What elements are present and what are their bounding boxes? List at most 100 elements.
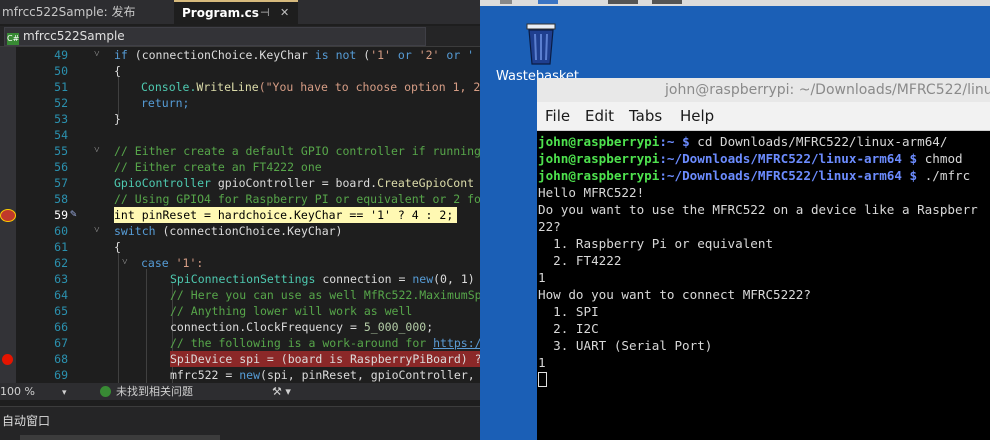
csharp-project-icon: C# [7,33,20,45]
chevron-down-icon[interactable]: ▾ [62,385,67,402]
quick-action-icon[interactable]: ✎ [70,207,77,220]
fold-chevron-icon[interactable]: ˅ [122,255,128,271]
terminal-window[interactable]: john@raspberrypi: ~/Downloads/MFRC522/li… [537,78,990,440]
code-token: (0, 1) [433,272,475,286]
terminal-output-line: 1. SPI [538,304,599,319]
navigation-bar: C# mfrcc522Sample [0,26,480,47]
zoom-level[interactable]: 100 % [0,383,35,400]
terminal-launcher-icon[interactable] [652,0,682,4]
code-token: new [239,368,261,382]
code-line-58: 58 // Using GPIO4 for Raspberry PI or eq… [0,191,480,207]
menu-edit[interactable]: Edit [585,107,614,125]
close-icon[interactable]: ✕ [280,2,289,24]
line-number: 55 [54,144,68,158]
code-line-52: 52 return; [0,95,480,111]
code-token: is not [314,48,357,62]
editor-status-bar: 100 % ▾ 未找到相关问题 ⚒ ▾ [0,383,480,400]
code-comment: // the following is a work-around for [170,336,434,350]
code-text: { [114,64,121,78]
tab-publish[interactable]: mfrcc522Sample: 发布 [0,0,172,24]
code-token: CreateGpioCont [377,176,475,190]
command-text: chmod [917,151,963,166]
code-token: ( [356,48,371,62]
line-number: 52 [54,96,68,110]
issues-status[interactable]: 未找到相关问题 [116,383,193,400]
line-number: 62 [54,256,68,270]
autos-search-field[interactable] [20,435,220,440]
line-number: 60 [54,224,68,238]
prompt-path: :~ $ [659,134,690,149]
command-text: cd Downloads/MFRC522/linux-arm64/ [689,134,948,149]
line-number: 59 [54,208,68,222]
file-manager-icon[interactable] [608,0,638,4]
execution-arrow-icon[interactable] [0,209,16,222]
code-token: connection = [315,272,413,286]
menu-tabs[interactable]: Tabs [629,107,662,125]
terminal-line: john@raspberrypi:~/Downloads/MFRC522/lin… [538,150,963,167]
pin-icon[interactable]: ⊣ [260,2,270,24]
autos-panel-title[interactable]: 自动窗口 [2,412,50,429]
code-token: '1' [370,48,391,62]
terminal-menu-bar: File Edit Tabs Help [537,102,990,131]
project-dropdown[interactable]: C# mfrcc522Sample [4,27,426,46]
code-comment: // Here you can use as well MfRc522.Maxi… [170,288,480,302]
prompt-user: john@raspberrypi [538,168,660,183]
code-link[interactable]: https:/ [433,336,480,350]
breakpoint-icon[interactable] [2,354,13,365]
wastebasket-icon[interactable] [520,22,562,66]
code-editor[interactable]: 49 ˅ if (connectionChoice.KeyChar is not … [0,47,480,383]
terminal-output-line: 22? [538,219,561,234]
fold-chevron-icon[interactable]: ˅ [94,143,100,159]
code-line-51: 51 Console.WriteLine("You have to choose… [0,79,480,95]
line-number: 51 [54,80,68,94]
code-token: (connectionChoice.KeyChar [127,48,315,62]
code-line-66: 66 connection.ClockFrequency = 5_000_000… [0,319,480,335]
no-issues-icon [100,386,111,397]
code-token: 5_000_000 [363,320,427,334]
autos-panel: 自动窗口 [0,406,480,440]
fold-chevron-icon[interactable]: ˅ [94,47,100,63]
code-line-54: 54 [0,127,480,143]
line-number: 61 [54,240,68,254]
brush-icon[interactable]: ⚒ ▾ [272,383,291,400]
code-line-60: 60 ˅ switch (connectionChoice.KeyChar) [0,223,480,239]
code-line-59-current: 59 ✎ int pinReset = hardchoice.KeyChar =… [0,207,480,223]
code-line-62: 62 ˅ case '1': [0,255,480,271]
code-token: Console. [141,80,197,94]
code-token: if [114,48,128,62]
terminal-cursor [538,372,547,387]
terminal-output[interactable]: john@raspberrypi :~ $ cd Downloads/MFRC52… [537,131,990,440]
line-number: 56 [54,160,68,174]
terminal-line: john@raspberrypi:~/Downloads/MFRC522/lin… [538,167,970,184]
code-token: mfrc522 = [170,368,240,382]
line-number: 67 [54,336,68,350]
code-token: SpiConnectionSettings [170,272,316,286]
line-number: 58 [54,192,68,206]
fold-chevron-icon[interactable]: ˅ [94,223,100,239]
code-text: return; [141,96,190,110]
code-token: ; [426,320,434,334]
code-line-69: 69 mfrc522 = new(spi, pinReset, gpioCont… [0,367,480,383]
terminal-output-line: Hello MFRC522! [538,185,645,200]
line-number: 57 [54,176,68,190]
prompt-path: :~/Downloads/MFRC522/linux-arm64 $ [659,168,918,183]
line-number: 64 [54,288,68,302]
menu-help[interactable]: Help [680,107,714,125]
code-token: or ' [439,48,475,62]
tab-program-cs[interactable]: Program.cs ⊣ ✕ [174,0,298,24]
code-token: or [390,48,419,62]
prompt-user: john@raspberrypi [538,151,660,166]
code-token: switch [114,224,156,238]
prompt-path: :~/Downloads/MFRC522/linux-arm64 $ [659,151,918,166]
code-line-49: 49 ˅ if (connectionChoice.KeyChar is not … [0,47,480,63]
code-token: '2' [418,48,440,62]
browser-icon[interactable] [538,0,558,4]
menu-file[interactable]: File [545,107,570,125]
line-number: 50 [54,64,68,78]
menu-icon[interactable] [500,0,512,4]
terminal-title-bar[interactable]: john@raspberrypi: ~/Downloads/MFRC522/li… [537,78,990,102]
terminal-output-line: Do you want to use the MFRC522 on a devi… [538,202,978,217]
code-token: new [412,272,434,286]
terminal-output-line: 3. UART (Serial Port) [538,338,713,353]
line-number: 65 [54,304,68,318]
